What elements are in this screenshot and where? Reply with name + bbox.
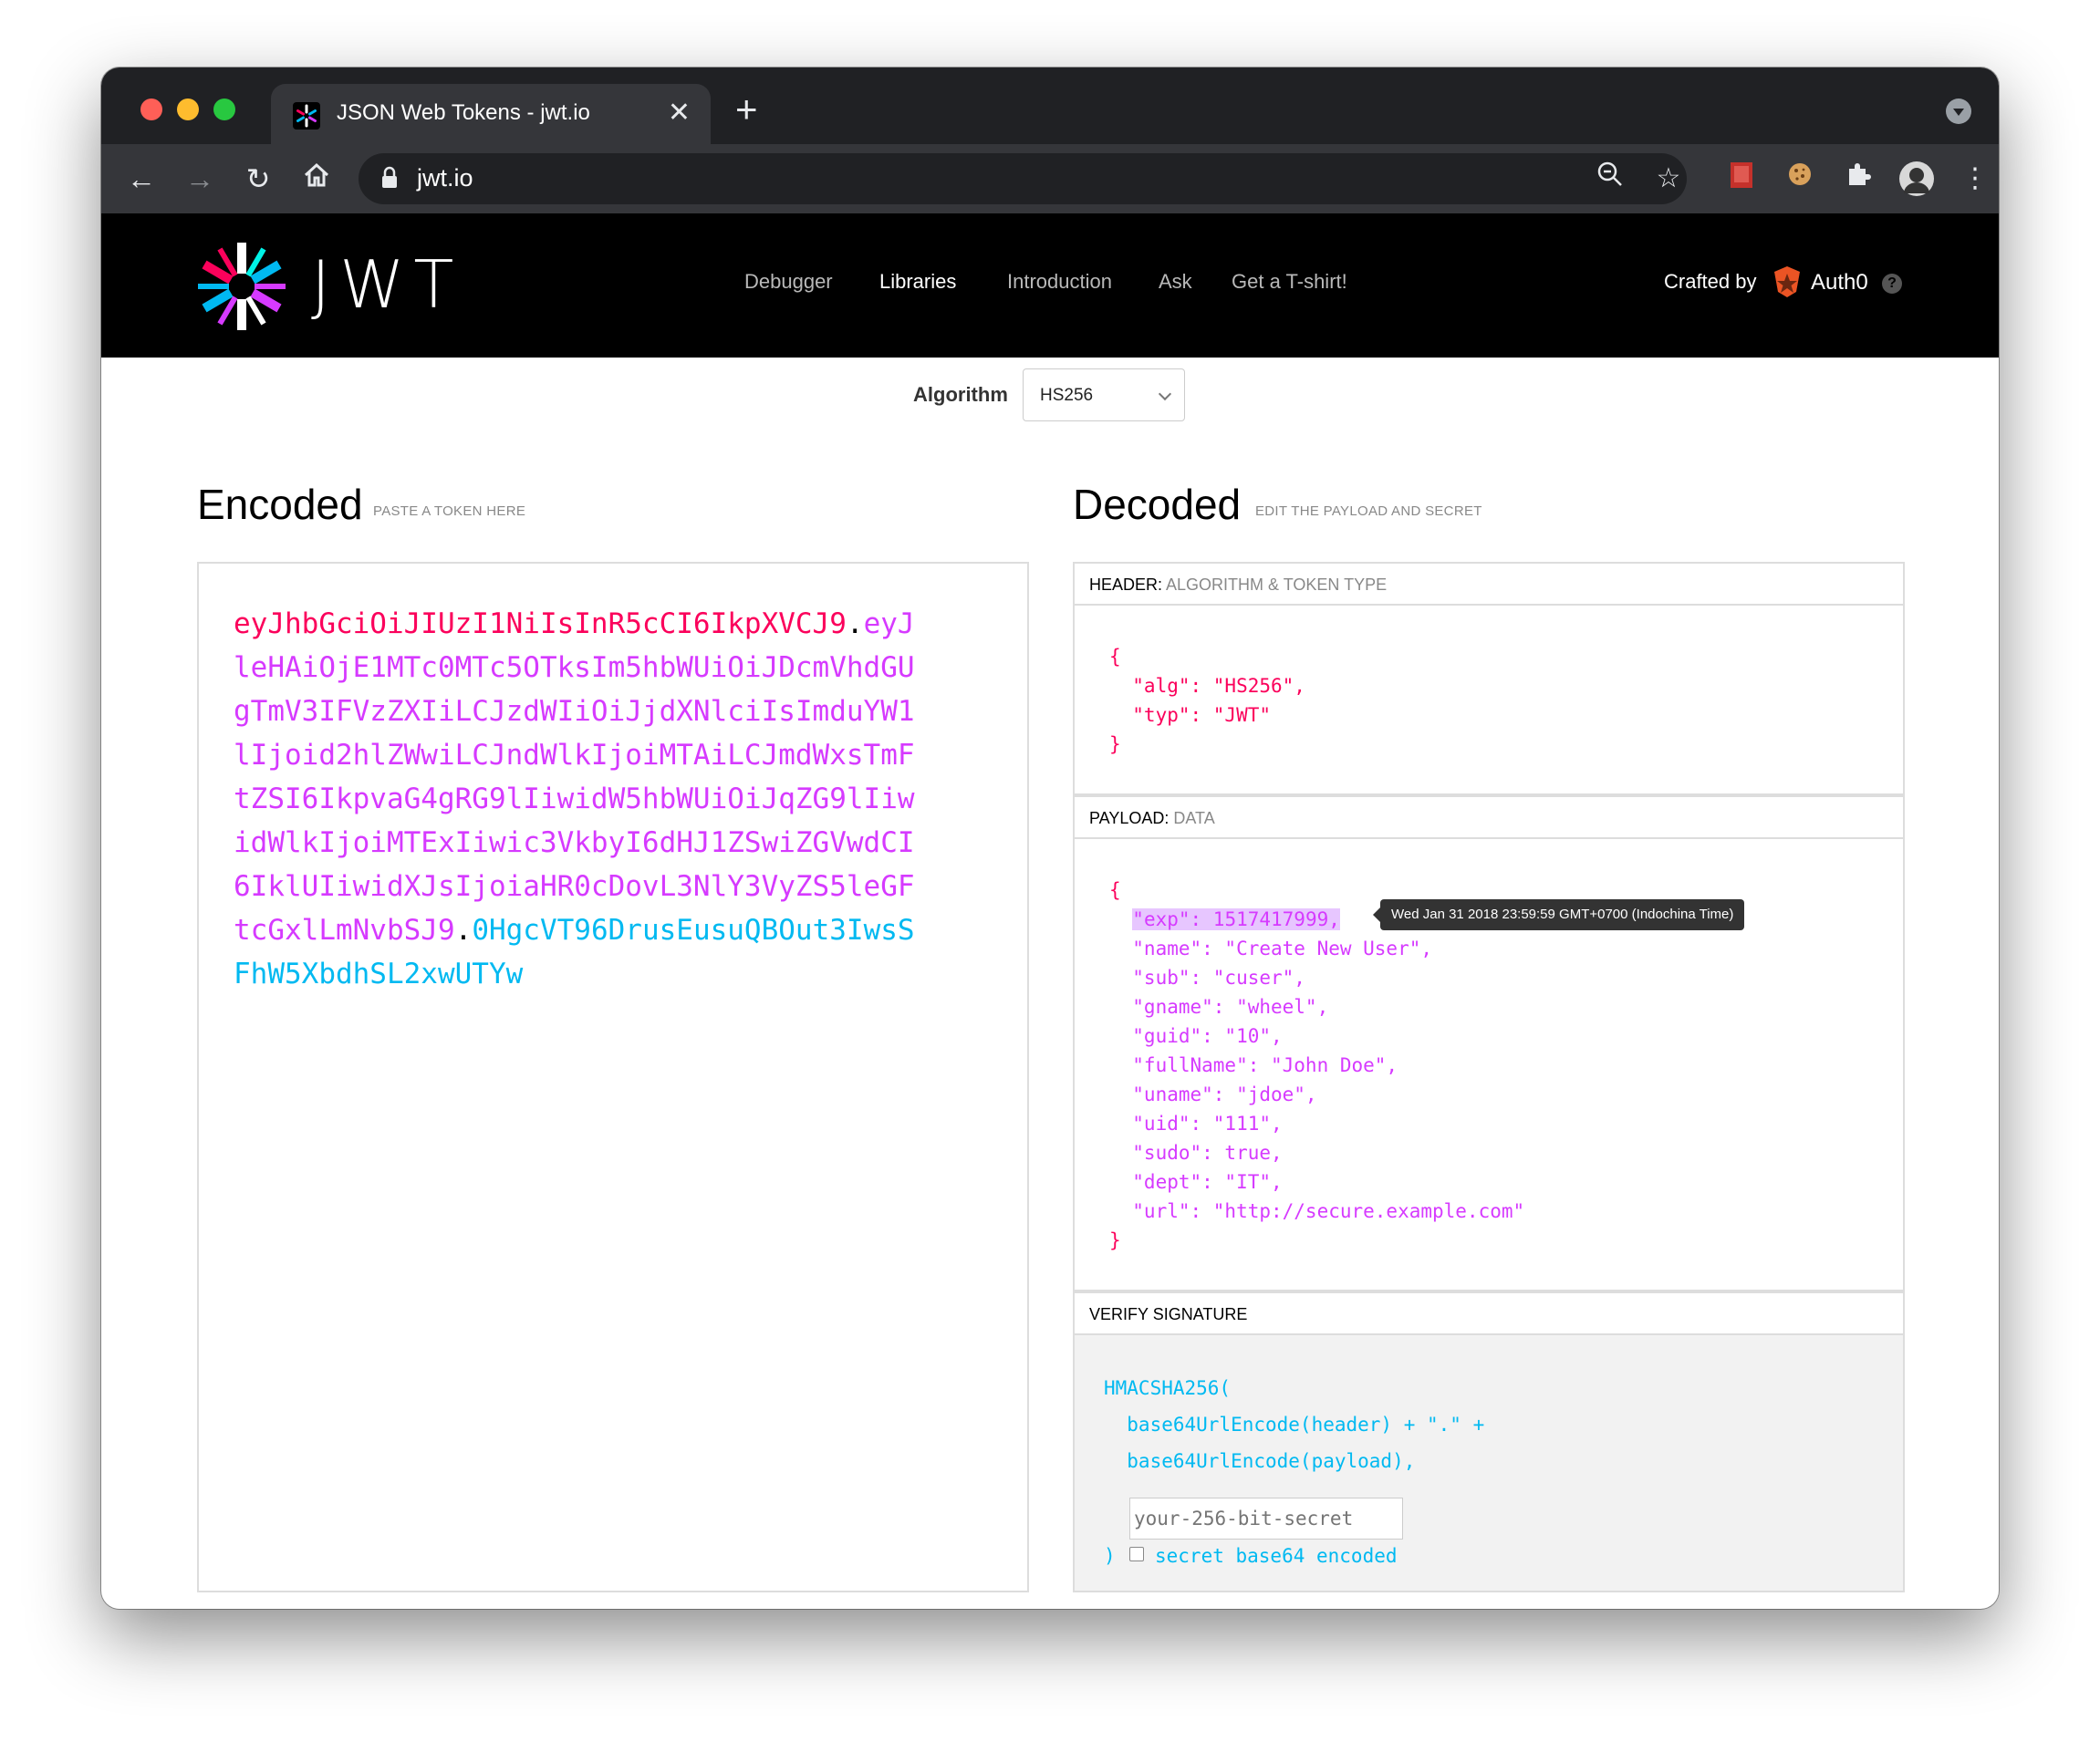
- help-icon[interactable]: ?: [1882, 274, 1902, 294]
- browser-tab[interactable]: JSON Web Tokens - jwt.io ✕: [271, 84, 711, 144]
- verify-label: VERIFY SIGNATURE: [1089, 1305, 1248, 1323]
- token-payload-part: eyJleHAiOjE1MTc0MTc5OTksIm5hbWUiOiJDcmVh…: [234, 607, 915, 947]
- header-json[interactable]: { "alg": "HS256", "typ": "JWT"}: [1109, 642, 1305, 759]
- site-header: JWT Debugger Libraries Introduction Ask …: [101, 213, 1999, 358]
- home-icon[interactable]: [298, 161, 335, 197]
- header-section-title: HEADER: ALGORITHM & TOKEN TYPE: [1073, 562, 1905, 606]
- payload-section-title: PAYLOAD: DATA: [1073, 795, 1905, 839]
- algorithm-select[interactable]: HS256: [1023, 368, 1185, 421]
- verify-section-title: VERIFY SIGNATURE: [1073, 1291, 1905, 1335]
- back-arrow-icon[interactable]: ←: [123, 161, 160, 197]
- payload-line: "uid": "111",: [1109, 1113, 1283, 1135]
- close-paren: ): [1104, 1545, 1116, 1567]
- encoded-subtitle: PASTE A TOKEN HERE: [373, 503, 526, 519]
- payload-line: "guid": "10",: [1109, 1025, 1283, 1047]
- nav-libraries[interactable]: Libraries: [879, 270, 956, 294]
- payload-json-editor[interactable]: { "exp": 1517417999, "name": "Create New…: [1073, 839, 1905, 1291]
- jwt-logo-icon[interactable]: [196, 241, 287, 337]
- payload-close-brace: }: [1109, 1229, 1121, 1251]
- url-text: jwt.io: [417, 164, 473, 192]
- token-dot: .: [454, 914, 473, 947]
- browser-menu-icon[interactable]: ⋮: [1957, 161, 1993, 197]
- cookie-extension-icon[interactable]: [1782, 161, 1818, 197]
- nav-tshirt[interactable]: Get a T-shirt!: [1232, 270, 1347, 294]
- header-label: HEADER:: [1089, 575, 1163, 594]
- verify-line: base64UrlEncode(payload),: [1104, 1450, 1416, 1472]
- payload-line: "uname": "jdoe",: [1109, 1084, 1317, 1105]
- close-tab-icon[interactable]: ✕: [668, 97, 691, 130]
- new-tab-button[interactable]: +: [735, 90, 758, 129]
- header-line: {: [1109, 646, 1121, 668]
- payload-line: "sub": "cuser",: [1109, 967, 1305, 989]
- encoded-title: Encoded: [197, 481, 363, 528]
- payload-line: "name": "Create New User",: [1109, 938, 1433, 959]
- token-dot: .: [846, 607, 864, 640]
- token-header-part: eyJhbGciOiJIUzI1NiIsInR5cCI6IkpXVCJ9: [234, 607, 847, 640]
- header-line: "alg": "HS256",: [1109, 675, 1305, 697]
- zoom-window-button[interactable]: [213, 99, 235, 120]
- payload-line: "dept": "IT",: [1109, 1171, 1283, 1193]
- base64-checkbox[interactable]: [1129, 1547, 1144, 1561]
- tab-search-icon[interactable]: [1946, 99, 1971, 124]
- verify-signature-panel: HMACSHA256( base64UrlEncode(header) + ".…: [1073, 1335, 1905, 1592]
- decoded-title: Decoded: [1073, 481, 1242, 528]
- verify-code: HMACSHA256( base64UrlEncode(header) + ".…: [1104, 1370, 1484, 1479]
- address-bar[interactable]: jwt.io ☆: [359, 153, 1687, 204]
- browser-toolbar: ← → ↻ jwt.io ☆ ⋮: [101, 144, 1999, 213]
- pdf-extension-icon[interactable]: [1723, 161, 1760, 197]
- profile-avatar[interactable]: [1898, 161, 1935, 197]
- decoded-panel: HEADER: ALGORITHM & TOKEN TYPE { "alg": …: [1073, 562, 1905, 1592]
- header-line: }: [1109, 733, 1121, 755]
- title-bar: JSON Web Tokens - jwt.io ✕ +: [101, 67, 1999, 144]
- auth0-logo-icon[interactable]: [1771, 264, 1804, 304]
- payload-line: "url": "http://secure.example.com": [1109, 1200, 1525, 1222]
- tab-title: JSON Web Tokens - jwt.io: [337, 100, 590, 125]
- header-json-editor[interactable]: { "alg": "HS256", "typ": "JWT"}: [1073, 606, 1905, 795]
- nav-introduction[interactable]: Introduction: [1007, 270, 1112, 294]
- forward-arrow-icon[interactable]: →: [182, 161, 218, 197]
- encoded-token[interactable]: eyJhbGciOiJIUzI1NiIsInR5cCI6IkpXVCJ9.eyJ…: [234, 602, 927, 996]
- lock-icon: [380, 166, 399, 194]
- payload-line: "sudo": true,: [1109, 1142, 1283, 1164]
- header-line: "typ": "JWT": [1109, 704, 1272, 726]
- nav-debugger[interactable]: Debugger: [744, 270, 833, 294]
- crafted-by-label: Crafted by: [1664, 270, 1757, 293]
- payload-desc: DATA: [1173, 809, 1215, 827]
- auth0-link[interactable]: Auth0: [1811, 270, 1868, 296]
- extensions-puzzle-icon[interactable]: [1840, 161, 1876, 197]
- close-window-button[interactable]: [140, 99, 162, 120]
- decoded-subtitle: EDIT THE PAYLOAD AND SECRET: [1255, 503, 1482, 519]
- encoded-token-editor[interactable]: eyJhbGciOiJIUzI1NiIsInR5cCI6IkpXVCJ9.eyJ…: [197, 562, 1029, 1592]
- exp-date-tooltip: Wed Jan 31 2018 23:59:59 GMT+0700 (Indoc…: [1372, 899, 1745, 930]
- base64-label[interactable]: secret base64 encoded: [1155, 1545, 1398, 1567]
- reload-icon[interactable]: ↻: [240, 161, 276, 197]
- jwt-wordmark[interactable]: JWT: [311, 246, 463, 323]
- nav-ask[interactable]: Ask: [1159, 270, 1192, 294]
- payload-line: "fullName": "John Doe",: [1109, 1054, 1398, 1076]
- payload-line: "gname": "wheel",: [1109, 996, 1329, 1018]
- minimize-window-button[interactable]: [177, 99, 199, 120]
- algorithm-label: Algorithm: [913, 383, 1008, 406]
- bookmark-star-icon[interactable]: ☆: [1650, 161, 1687, 197]
- payload-json[interactable]: { "exp": 1517417999, "name": "Create New…: [1109, 876, 1524, 1255]
- payload-label: PAYLOAD:: [1089, 809, 1170, 827]
- zoom-icon[interactable]: [1592, 161, 1628, 197]
- verify-line: base64UrlEncode(header) + "." +: [1104, 1414, 1485, 1436]
- secret-input[interactable]: [1129, 1498, 1403, 1540]
- verify-line: HMACSHA256(: [1104, 1377, 1232, 1399]
- browser-window: JSON Web Tokens - jwt.io ✕ + ← → ↻ jwt.i…: [101, 67, 1999, 1609]
- jwt-favicon-icon: [293, 102, 320, 130]
- algorithm-value: HS256: [1040, 386, 1094, 405]
- chevron-down-icon: [1158, 387, 1172, 401]
- header-desc: ALGORITHM & TOKEN TYPE: [1166, 575, 1388, 594]
- payload-exp-line[interactable]: "exp": 1517417999,: [1132, 908, 1340, 930]
